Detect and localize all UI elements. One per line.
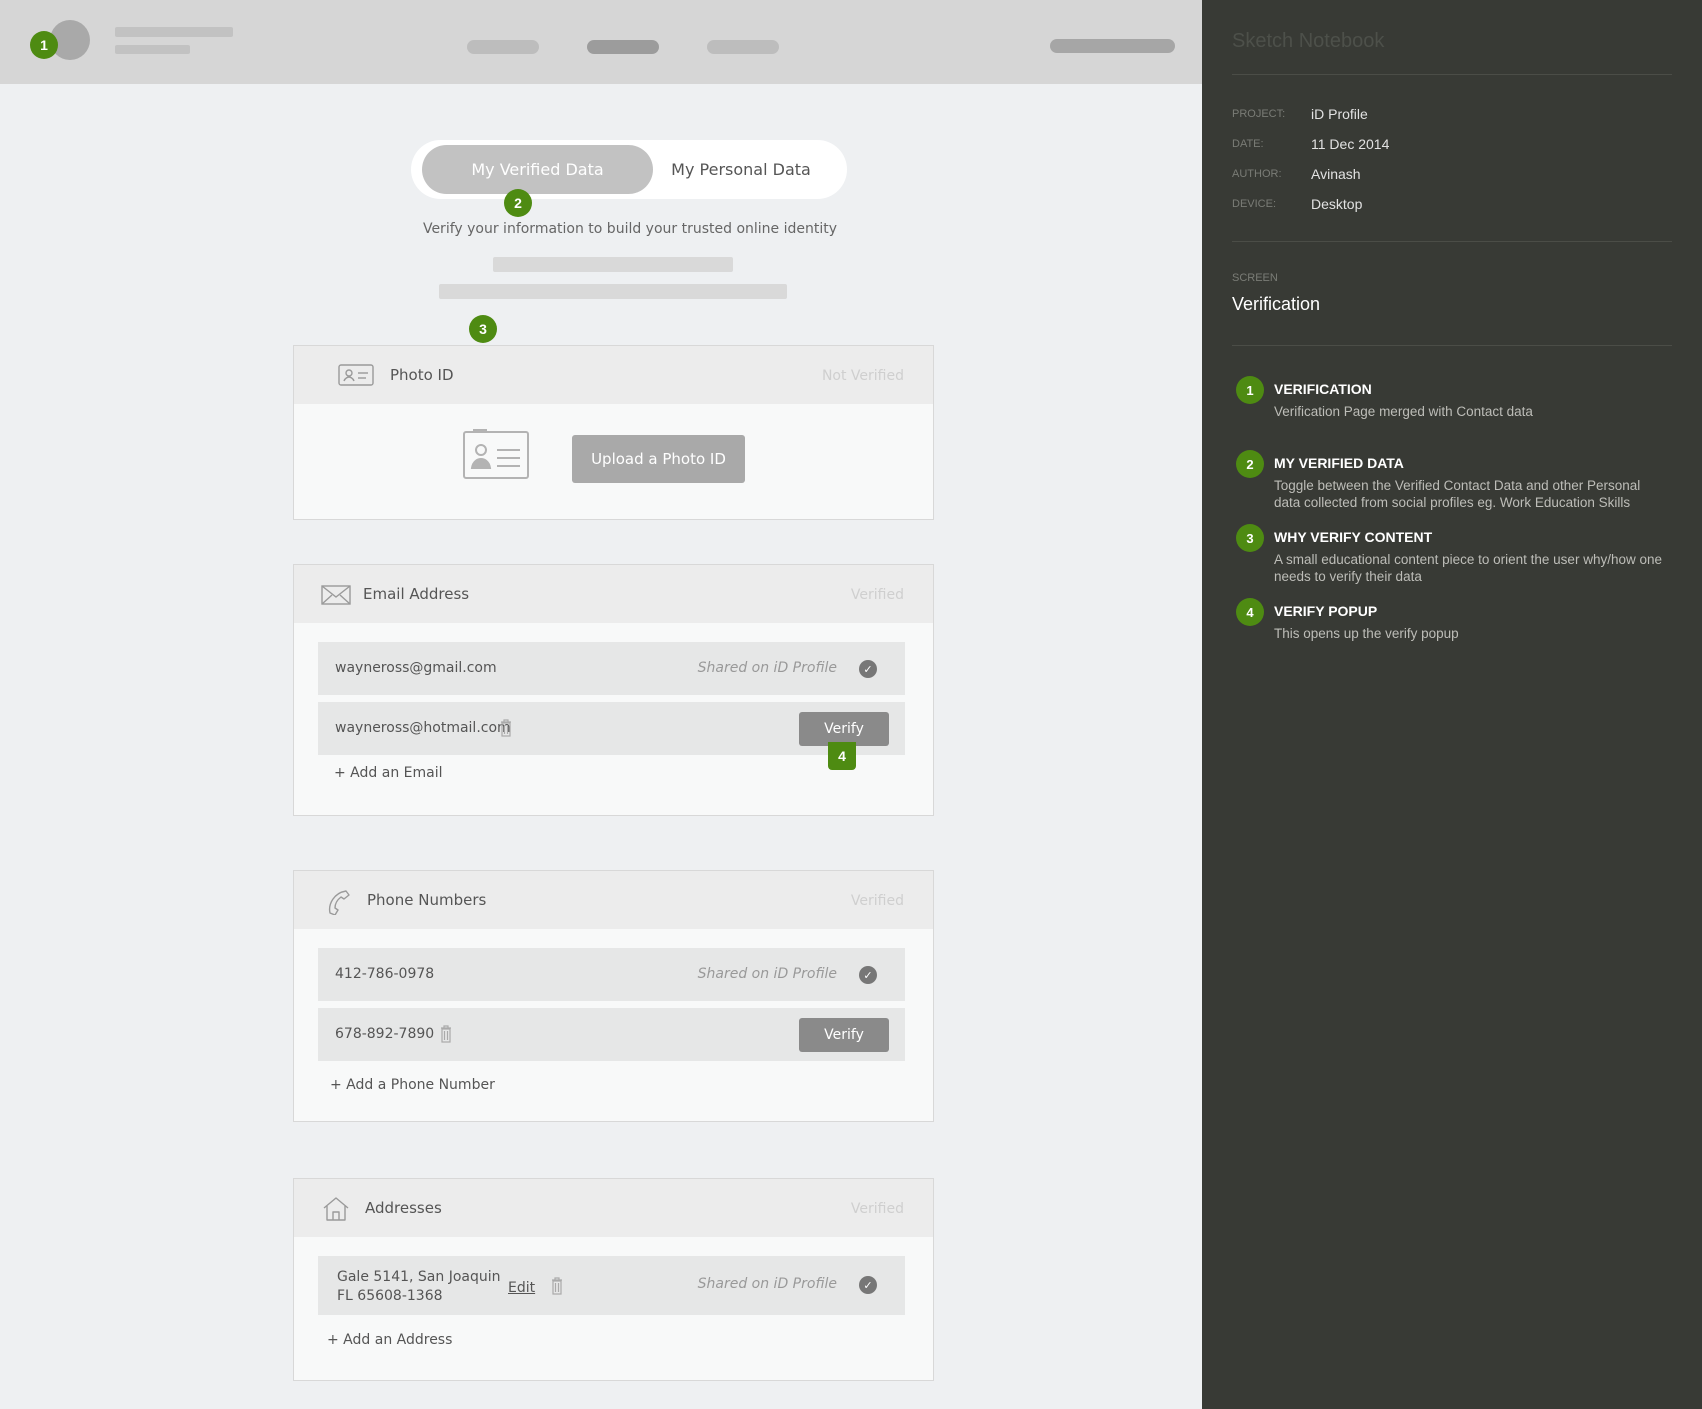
email-card: Email Address Verified wayneross@gmail.c… [293, 564, 934, 816]
meta-label-device: DEVICE: [1232, 198, 1277, 210]
phone-card-header: Phone Numbers Verified [294, 871, 933, 929]
annotation-marker-2: 2 [504, 189, 532, 217]
shared-on-profile-label: Shared on iD Profile [697, 966, 837, 982]
photo-id-card: Photo ID Not Verified Upload a Photo ID [293, 345, 934, 520]
meta-value-device: Desktop [1311, 196, 1363, 212]
note-title: MY VERIFIED DATA [1274, 455, 1404, 471]
address-title: Addresses [365, 1199, 442, 1217]
trash-icon[interactable] [500, 719, 512, 741]
nav-item-2-active[interactable] [587, 40, 659, 54]
email-value: wayneross@gmail.com [335, 660, 497, 676]
header-account-menu[interactable] [1050, 39, 1175, 53]
nav-item-3[interactable] [707, 40, 779, 54]
address-lines: Gale 5141, San Joaquin FL 65608-1368 [337, 1268, 501, 1306]
email-card-header: Email Address Verified [294, 565, 933, 623]
check-circle-icon: ✓ [859, 1276, 877, 1294]
email-status: Verified [850, 587, 904, 603]
trash-icon[interactable] [440, 1025, 452, 1047]
add-phone-link[interactable]: + Add a Phone Number [330, 1077, 495, 1093]
phone-card: Phone Numbers Verified 412-786-0978 Shar… [293, 870, 934, 1122]
edit-address-link[interactable]: Edit [508, 1280, 535, 1296]
annotation-marker-1: 1 [30, 31, 58, 59]
photo-id-card-header: Photo ID Not Verified [294, 346, 933, 404]
annotation-note-3: 3 WHY VERIFY CONTENT A small educational… [1232, 524, 1672, 588]
why-verify-placeholder-line-1 [493, 257, 733, 272]
annotation-note-1: 1 VERIFICATION Verification Page merged … [1232, 376, 1672, 436]
tab-my-verified-data[interactable]: My Verified Data [422, 145, 653, 194]
meta-label-author: AUTHOR: [1232, 168, 1282, 180]
note-title: VERIFICATION [1274, 381, 1372, 397]
verify-email-button[interactable]: Verify [799, 712, 889, 746]
email-row: wayneross@gmail.com Shared on iD Profile… [318, 642, 905, 695]
id-card-icon [337, 360, 375, 392]
address-status: Verified [850, 1201, 904, 1217]
note-number-badge: 4 [1236, 598, 1264, 626]
shared-on-profile-label: Shared on iD Profile [697, 1276, 837, 1292]
phone-row: 412-786-0978 Shared on iD Profile ✓ [318, 948, 905, 1001]
phone-value: 412-786-0978 [335, 966, 435, 982]
screen-label: SCREEN [1232, 272, 1278, 284]
note-title: VERIFY POPUP [1274, 603, 1378, 619]
shared-on-profile-label: Shared on iD Profile [697, 660, 837, 676]
divider [1232, 74, 1672, 75]
phone-icon [326, 889, 352, 919]
note-number-badge: 3 [1236, 524, 1264, 552]
tab-my-personal-data[interactable]: My Personal Data [643, 145, 839, 194]
address-line-1: Gale 5141, San Joaquin [337, 1269, 501, 1285]
add-address-link[interactable]: + Add an Address [327, 1332, 452, 1348]
address-line-2: FL 65608-1368 [337, 1288, 443, 1304]
address-card-header: Addresses Verified [294, 1179, 933, 1237]
header-subtitle-placeholder [115, 45, 190, 54]
upload-photo-id-button[interactable]: Upload a Photo ID [572, 435, 745, 483]
meta-value-date: 11 Dec 2014 [1311, 136, 1390, 152]
note-description: This opens up the verify popup [1274, 626, 1459, 641]
trash-icon[interactable] [551, 1277, 563, 1299]
check-circle-icon: ✓ [859, 966, 877, 984]
photo-id-title: Photo ID [390, 366, 454, 384]
phone-row: 678-892-7890 Verify [318, 1008, 905, 1061]
note-title: WHY VERIFY CONTENT [1274, 529, 1433, 545]
main-canvas: 1 My Verified Data My Personal Data 2 Ve… [0, 0, 1202, 1409]
why-verify-placeholder-line-2 [439, 284, 787, 299]
data-toggle: My Verified Data My Personal Data [411, 140, 847, 199]
sketch-notebook-sidebar: Sketch Notebook PROJECT: iD Profile DATE… [1202, 0, 1702, 1409]
annotation-marker-3: 3 [469, 315, 497, 343]
verify-phone-button[interactable]: Verify [799, 1018, 889, 1052]
email-value: wayneross@hotmail.com [335, 720, 511, 736]
annotation-marker-4: 4 [828, 742, 856, 770]
header-title-placeholder [115, 27, 233, 37]
annotation-note-4: 4 VERIFY POPUP This opens up the verify … [1232, 598, 1672, 648]
phone-title: Phone Numbers [367, 891, 487, 909]
phone-status: Verified [850, 893, 904, 909]
check-circle-icon: ✓ [859, 660, 877, 678]
note-description: A small educational content piece to ori… [1274, 552, 1662, 584]
add-email-link[interactable]: + Add an Email [334, 765, 442, 781]
notebook-title: Sketch Notebook [1232, 30, 1385, 52]
divider [1232, 241, 1672, 242]
page-subtitle: Verify your information to build your tr… [422, 221, 838, 237]
annotation-note-2: 2 MY VERIFIED DATA Toggle between the Ve… [1232, 450, 1672, 514]
contact-card-icon [462, 428, 530, 484]
meta-label-project: PROJECT: [1232, 108, 1286, 120]
meta-value-project: iD Profile [1311, 106, 1368, 122]
address-row: Gale 5141, San Joaquin FL 65608-1368 Edi… [318, 1256, 905, 1315]
photo-id-status: Not Verified [821, 368, 904, 384]
meta-label-date: DATE: [1232, 138, 1264, 150]
address-card: Addresses Verified Gale 5141, San Joaqui… [293, 1178, 934, 1381]
phone-value: 678-892-7890 [335, 1026, 435, 1042]
envelope-icon [321, 585, 351, 609]
screen-name: Verification [1232, 294, 1321, 314]
top-header [0, 0, 1202, 84]
email-title: Email Address [363, 585, 470, 603]
email-row: wayneross@hotmail.com Verify [318, 702, 905, 755]
note-description: Toggle between the Verified Contact Data… [1274, 478, 1641, 510]
note-description: Verification Page merged with Contact da… [1274, 404, 1533, 419]
nav-item-1[interactable] [467, 40, 539, 54]
home-icon [322, 1196, 350, 1226]
divider [1232, 345, 1672, 346]
note-number-badge: 1 [1236, 376, 1264, 404]
note-number-badge: 2 [1236, 450, 1264, 478]
meta-value-author: Avinash [1311, 166, 1361, 182]
